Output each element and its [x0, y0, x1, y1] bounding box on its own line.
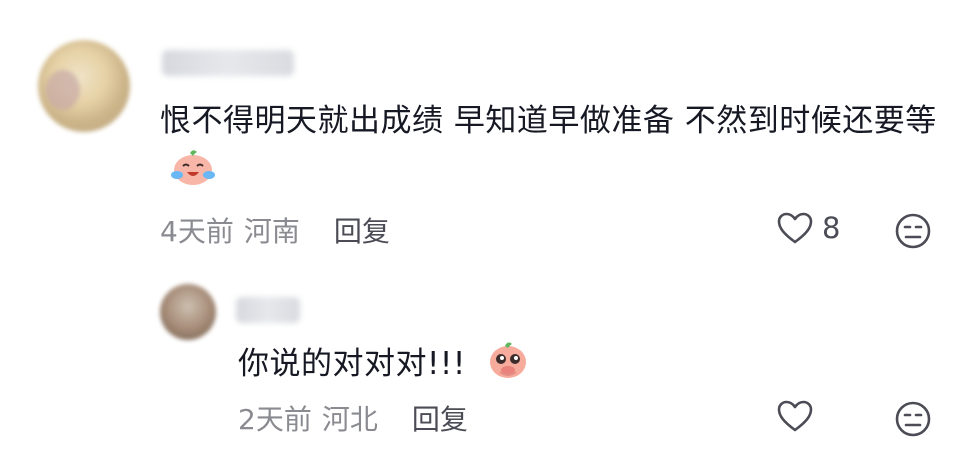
username-blurred[interactable]: [162, 50, 294, 76]
reply-button[interactable]: 回复: [334, 210, 390, 250]
avatar[interactable]: [38, 40, 130, 132]
comment-time: 4天前: [160, 215, 234, 248]
comment-text: 你说的对对对!!!: [238, 338, 738, 395]
heart-outline-icon: [777, 400, 813, 432]
crying-laughing-peach-emoji: [170, 147, 216, 202]
neutral-face-icon: [895, 401, 931, 437]
comment-text: 恨不得明天就出成绩 早知道早做准备 不然到时候还要等: [160, 96, 940, 202]
like-button[interactable]: [776, 399, 822, 433]
like-count: 8: [822, 211, 841, 245]
like-button[interactable]: 8: [776, 211, 840, 245]
comment-time: 2天前: [238, 403, 312, 436]
comment-meta: 2天前 河北 回复: [238, 398, 468, 438]
dislike-button[interactable]: [893, 399, 933, 439]
dislike-button[interactable]: [893, 211, 933, 251]
comment-text-content: 恨不得明天就出成绩 早知道早做准备 不然到时候还要等: [160, 103, 937, 139]
neutral-face-icon: [895, 213, 931, 249]
comment-meta: 4天前 河南 回复: [160, 210, 390, 250]
heart-outline-icon: [777, 212, 813, 244]
comment-location: 河南: [243, 215, 300, 248]
comment-location: 河北: [321, 403, 378, 436]
pleading-peach-emoji: [486, 338, 530, 395]
username-blurred[interactable]: [236, 297, 300, 323]
comment-text-content: 你说的对对对!!!: [238, 346, 466, 382]
avatar[interactable]: [160, 284, 216, 340]
reply-button[interactable]: 回复: [412, 398, 468, 438]
